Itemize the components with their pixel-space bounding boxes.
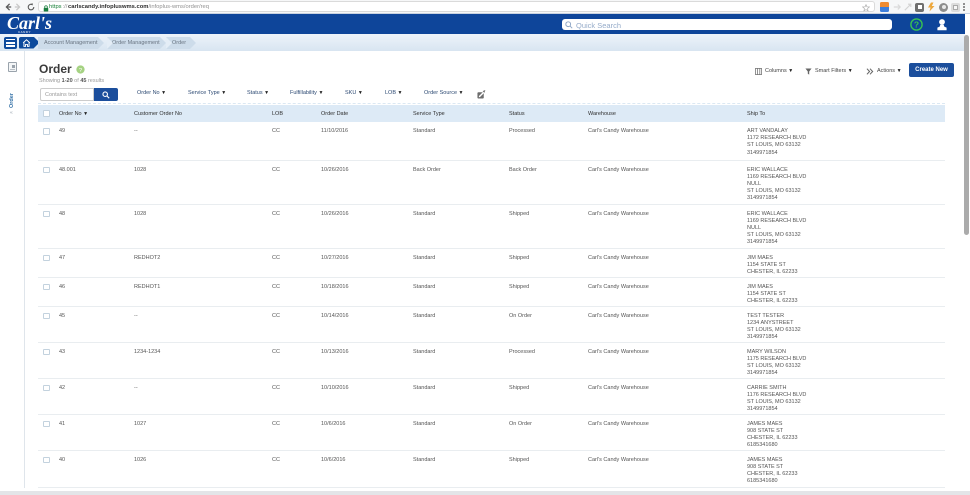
svg-text:?: ? bbox=[914, 19, 919, 29]
